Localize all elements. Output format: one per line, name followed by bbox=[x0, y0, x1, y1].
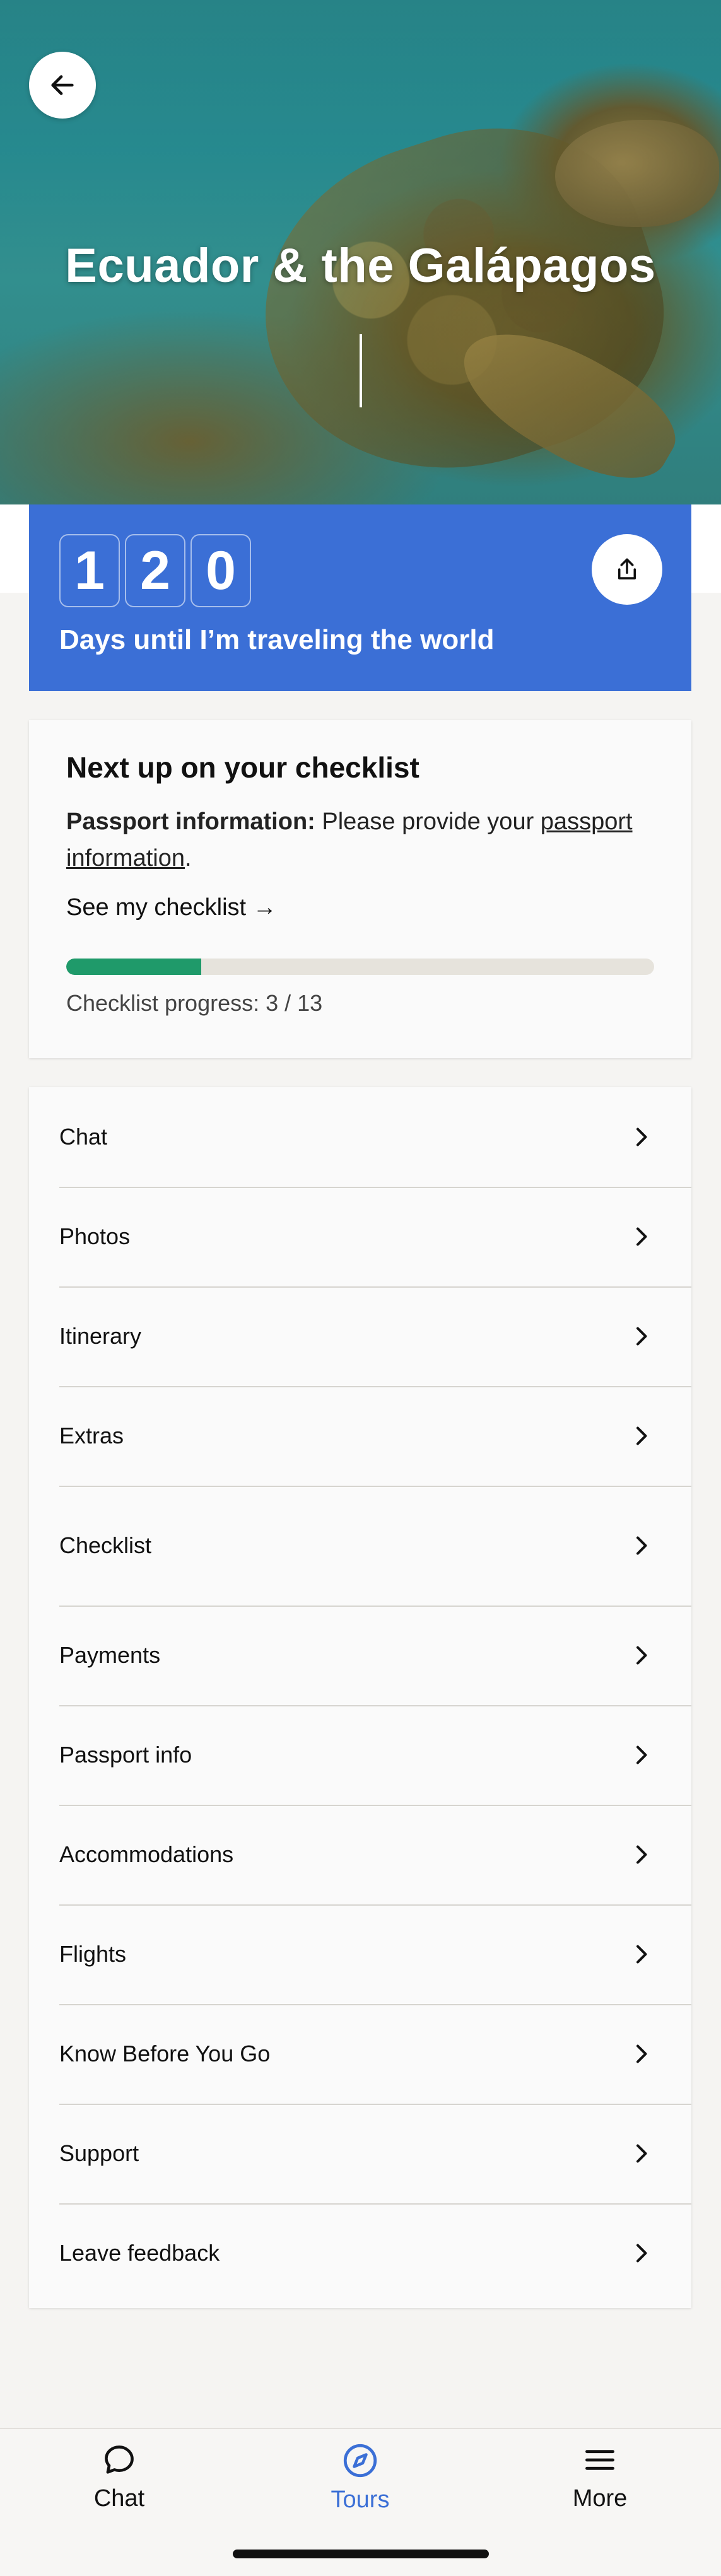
checklist-item-title: Passport information: bbox=[66, 808, 315, 835]
chevron-right-icon bbox=[636, 1945, 647, 1964]
menu-item-itinerary[interactable]: Itinerary bbox=[29, 1286, 691, 1386]
menu-item-label: Know Before You Go bbox=[59, 2041, 271, 2066]
countdown-digit: 0 bbox=[191, 534, 251, 607]
checklist-progress-fill bbox=[66, 959, 202, 975]
chevron-right-icon bbox=[636, 1646, 647, 1665]
chevron-right-icon bbox=[636, 2244, 647, 2263]
menu-item-checklist[interactable]: Checklist bbox=[29, 1486, 691, 1606]
countdown-digit: 2 bbox=[125, 534, 185, 607]
tab-label: Tours bbox=[331, 2486, 390, 2513]
menu-item-photos[interactable]: Photos bbox=[29, 1187, 691, 1286]
see-my-checklist-link[interactable]: See my checklist → bbox=[66, 894, 277, 921]
menu-item-label: Photos bbox=[59, 1223, 131, 1249]
checklist-progress-bar bbox=[66, 959, 654, 975]
chevron-right-icon bbox=[636, 1327, 647, 1346]
compass-icon bbox=[343, 2444, 377, 2478]
share-icon bbox=[618, 558, 636, 580]
menu-item-label: Support bbox=[59, 2140, 139, 2166]
menu-item-label: Payments bbox=[59, 1642, 161, 1668]
tab-more[interactable]: More bbox=[521, 2442, 679, 2530]
tab-label: Chat bbox=[93, 2485, 145, 2512]
hamburger-menu-icon bbox=[585, 2450, 614, 2470]
menu-item-passport-info[interactable]: Passport info bbox=[29, 1705, 691, 1805]
arrow-left-icon bbox=[51, 75, 74, 95]
chevron-right-icon bbox=[636, 1426, 647, 1445]
menu-item-label: Accommodations bbox=[59, 1841, 234, 1867]
hero-banner: Ecuador & the Galápagos bbox=[0, 0, 721, 504]
checklist-card: Next up on your checklist Passport infor… bbox=[29, 720, 691, 1058]
chevron-right-icon bbox=[636, 1227, 647, 1246]
back-button[interactable] bbox=[29, 52, 96, 119]
checklist-next-item: Passport information: Please provide you… bbox=[66, 803, 672, 877]
tab-label: More bbox=[572, 2485, 628, 2512]
chevron-right-icon bbox=[636, 1128, 647, 1146]
chevron-right-icon bbox=[636, 1845, 647, 1864]
chevron-right-icon bbox=[636, 1746, 647, 1764]
tab-chat[interactable]: Chat bbox=[40, 2442, 198, 2530]
menu-item-label: Passport info bbox=[59, 1742, 192, 1768]
menu-item-label: Checklist bbox=[59, 1532, 152, 1558]
chevron-right-icon bbox=[636, 2044, 647, 2063]
menu-item-know-before-you-go[interactable]: Know Before You Go bbox=[29, 2004, 691, 2104]
video-scrubber bbox=[360, 334, 362, 407]
checklist-progress-label: Checklist progress: 3 / 13 bbox=[66, 990, 323, 1016]
chevron-right-icon bbox=[636, 1536, 647, 1555]
menu-item-accommodations[interactable]: Accommodations bbox=[29, 1805, 691, 1904]
countdown-label: Days until I’m traveling the world bbox=[59, 624, 495, 655]
tab-tours[interactable]: Tours bbox=[281, 2442, 439, 2530]
countdown-digits: 1 2 0 bbox=[59, 534, 251, 607]
checklist-item-text: Please provide your bbox=[315, 808, 541, 835]
menu-item-support[interactable]: Support bbox=[29, 2104, 691, 2203]
menu-item-flights[interactable]: Flights bbox=[29, 1904, 691, 2004]
menu-item-label: Itinerary bbox=[59, 1323, 142, 1349]
share-button[interactable] bbox=[592, 534, 662, 605]
countdown-digit: 1 bbox=[59, 534, 120, 607]
checklist-item-end: . bbox=[184, 845, 192, 871]
menu-item-label: Chat bbox=[59, 1124, 108, 1150]
menu-item-label: Flights bbox=[59, 1941, 127, 1967]
chevron-right-icon bbox=[636, 2144, 647, 2163]
menu-item-extras[interactable]: Extras bbox=[29, 1386, 691, 1486]
checklist-card-title: Next up on your checklist bbox=[66, 751, 419, 784]
menu-item-label: Leave feedback bbox=[59, 2240, 220, 2266]
menu-item-chat[interactable]: Chat bbox=[29, 1087, 691, 1187]
menu-item-payments[interactable]: Payments bbox=[29, 1606, 691, 1705]
menu-item-label: Extras bbox=[59, 1423, 124, 1448]
countdown-banner: 1 2 0 Days until I’m traveling the world bbox=[29, 504, 691, 691]
trip-menu: Chat Photos Itinerary Extras Checklist Paymen… bbox=[29, 1087, 691, 2308]
chat-bubble-icon bbox=[105, 2445, 134, 2474]
trip-title: Ecuador & the Galápagos bbox=[65, 239, 656, 293]
home-indicator bbox=[233, 2550, 489, 2558]
menu-item-leave-feedback[interactable]: Leave feedback bbox=[29, 2203, 691, 2303]
